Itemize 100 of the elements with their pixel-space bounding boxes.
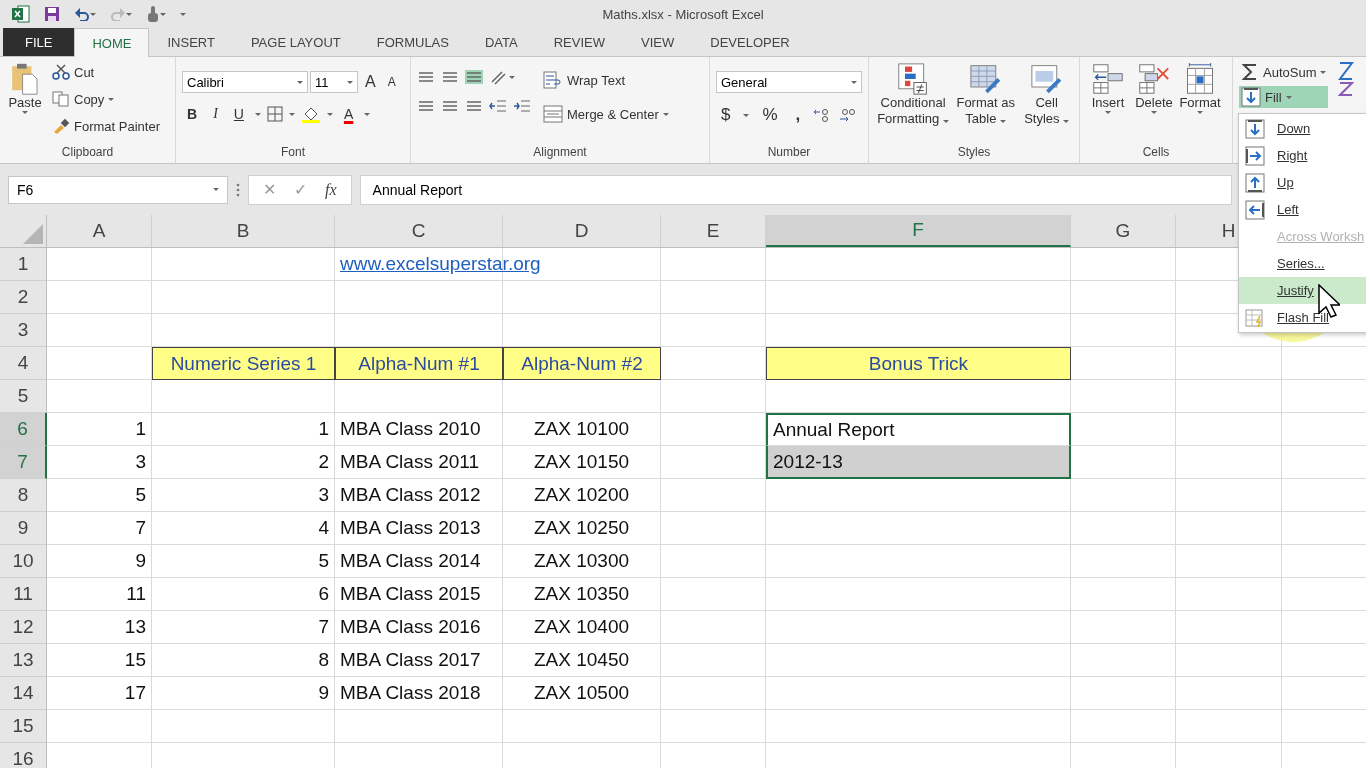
- row-header[interactable]: 6: [0, 413, 47, 446]
- column-header[interactable]: G: [1071, 215, 1176, 247]
- row-header[interactable]: 8: [0, 479, 47, 512]
- merge-center-button[interactable]: Merge & Center: [541, 103, 671, 125]
- table-cell: MBA Class 2010: [335, 413, 503, 446]
- autosum-button[interactable]: AutoSum: [1239, 61, 1329, 83]
- menu-item[interactable]: Series...: [1239, 250, 1366, 277]
- window-title: Maths.xlsx - Microsoft Excel: [602, 7, 764, 22]
- font-dropdown-icon[interactable]: [297, 80, 303, 84]
- ribbon-tab[interactable]: REVIEW: [535, 28, 623, 56]
- row-header[interactable]: 2: [0, 281, 47, 314]
- name-box[interactable]: F6: [8, 175, 228, 204]
- undo-dropdown-icon[interactable]: [90, 12, 96, 16]
- row-header[interactable]: 4: [0, 347, 47, 380]
- header-cell: Numeric Series 1: [152, 347, 335, 380]
- row-header[interactable]: 10: [0, 545, 47, 578]
- bold-button[interactable]: B: [182, 106, 203, 122]
- size-dropdown-icon[interactable]: [347, 80, 353, 84]
- font-name-field[interactable]: Calibri: [182, 71, 308, 93]
- row-header[interactable]: 7: [0, 446, 47, 479]
- currency-dropdown-icon[interactable]: [743, 113, 750, 117]
- menu-item[interactable]: Down: [1239, 115, 1366, 142]
- ribbon-tab[interactable]: INSERT: [149, 28, 233, 56]
- currency-button[interactable]: $: [716, 105, 736, 125]
- column-header[interactable]: C: [335, 215, 503, 247]
- insert-function-button[interactable]: fx: [325, 180, 337, 199]
- column-header[interactable]: B: [152, 215, 335, 247]
- number-format-field[interactable]: General: [716, 71, 862, 93]
- copy-dropdown-icon[interactable]: [108, 97, 115, 101]
- align-icon: [465, 99, 483, 113]
- row-header[interactable]: 3: [0, 314, 47, 347]
- ribbon-tab[interactable]: DEVELOPER: [692, 28, 808, 56]
- underline-button[interactable]: U: [228, 106, 249, 122]
- caret-icon[interactable]: [1063, 120, 1070, 123]
- name-box-dropdown-icon[interactable]: [213, 188, 219, 191]
- decrease-decimal-icon: [839, 108, 858, 122]
- wrap-text-button[interactable]: Wrap Text: [541, 69, 671, 91]
- borders-dropdown-icon[interactable]: [288, 112, 295, 116]
- column-header[interactable]: F: [766, 215, 1071, 247]
- cells-button[interactable]: Format: [1178, 61, 1222, 145]
- merge-dropdown-icon[interactable]: [662, 112, 669, 116]
- paste-button[interactable]: Paste: [6, 61, 44, 145]
- ribbon-tab[interactable]: FORMULAS: [358, 28, 467, 56]
- paste-dropdown-icon[interactable]: [22, 111, 28, 114]
- styles-button[interactable]: Cell Styles: [1020, 61, 1073, 145]
- redo-dropdown-icon[interactable]: [126, 12, 132, 16]
- percent-button[interactable]: %: [757, 105, 783, 125]
- row-header[interactable]: 11: [0, 578, 47, 611]
- table-cell: ZAX 10250: [503, 512, 661, 545]
- touch-dropdown-icon[interactable]: [160, 12, 166, 16]
- menu-item[interactable]: Justify: [1239, 277, 1366, 304]
- format-painter-button[interactable]: Format Painter: [50, 115, 162, 137]
- row-header[interactable]: 15: [0, 710, 47, 743]
- fill-color-dropdown-icon[interactable]: [326, 112, 333, 116]
- ribbon-tab[interactable]: FILE: [3, 28, 75, 56]
- fill-dropdown-icon[interactable]: [1285, 95, 1292, 99]
- row-header[interactable]: 14: [0, 677, 47, 710]
- cut-button[interactable]: Cut: [50, 61, 162, 83]
- row-header[interactable]: 1: [0, 248, 47, 281]
- ribbon-tab[interactable]: HOME: [74, 28, 150, 57]
- menu-item[interactable]: Up: [1239, 169, 1366, 196]
- caret-icon[interactable]: [1000, 120, 1007, 123]
- formula-field[interactable]: Annual Report: [359, 174, 1232, 205]
- autosum-dropdown-icon[interactable]: [1320, 70, 1327, 74]
- font-size-field[interactable]: 11: [310, 71, 358, 93]
- font-color-button[interactable]: A: [338, 106, 359, 122]
- caret-icon[interactable]: [1151, 111, 1157, 114]
- column-header[interactable]: A: [47, 215, 152, 247]
- link[interactable]: www.excelsuperstar.org: [340, 253, 541, 275]
- italic-button[interactable]: I: [208, 106, 223, 122]
- ribbon-tab[interactable]: DATA: [466, 28, 536, 56]
- menu-item[interactable]: Right: [1239, 142, 1366, 169]
- cells-button[interactable]: Insert: [1086, 61, 1130, 145]
- table-cell: 1: [47, 413, 152, 446]
- caret-icon[interactable]: [1197, 111, 1203, 114]
- caret-icon[interactable]: [942, 120, 949, 123]
- customize-toolbar-icon[interactable]: [180, 12, 186, 16]
- row-header[interactable]: 13: [0, 644, 47, 677]
- caret-icon[interactable]: [1105, 111, 1111, 114]
- group-label: Alignment: [533, 145, 587, 159]
- shrink-font-button[interactable]: A: [382, 75, 401, 89]
- row-header[interactable]: 16: [0, 743, 47, 768]
- copy-button[interactable]: Copy: [50, 88, 162, 110]
- row-header[interactable]: 9: [0, 512, 47, 545]
- styles-button[interactable]: Format as Table: [953, 61, 1019, 145]
- align-icon: [417, 70, 435, 84]
- cells-button[interactable]: Delete: [1132, 61, 1176, 145]
- format-dropdown-icon[interactable]: [851, 80, 857, 84]
- orientation-dropdown-icon[interactable]: [509, 75, 515, 79]
- row-header[interactable]: 12: [0, 611, 47, 644]
- row-header[interactable]: 5: [0, 380, 47, 413]
- styles-button[interactable]: Conditional Formatting: [875, 61, 952, 145]
- fill-button[interactable]: Fill: [1239, 86, 1329, 108]
- underline-dropdown-icon[interactable]: [254, 112, 261, 116]
- comma-button[interactable]: ,: [790, 105, 806, 125]
- column-header[interactable]: D: [503, 215, 661, 247]
- ribbon-tab[interactable]: PAGE LAYOUT: [232, 28, 359, 56]
- font-color-dropdown-icon[interactable]: [364, 112, 371, 116]
- ribbon-tab[interactable]: VIEW: [623, 28, 693, 56]
- grow-font-button[interactable]: A: [360, 73, 381, 91]
